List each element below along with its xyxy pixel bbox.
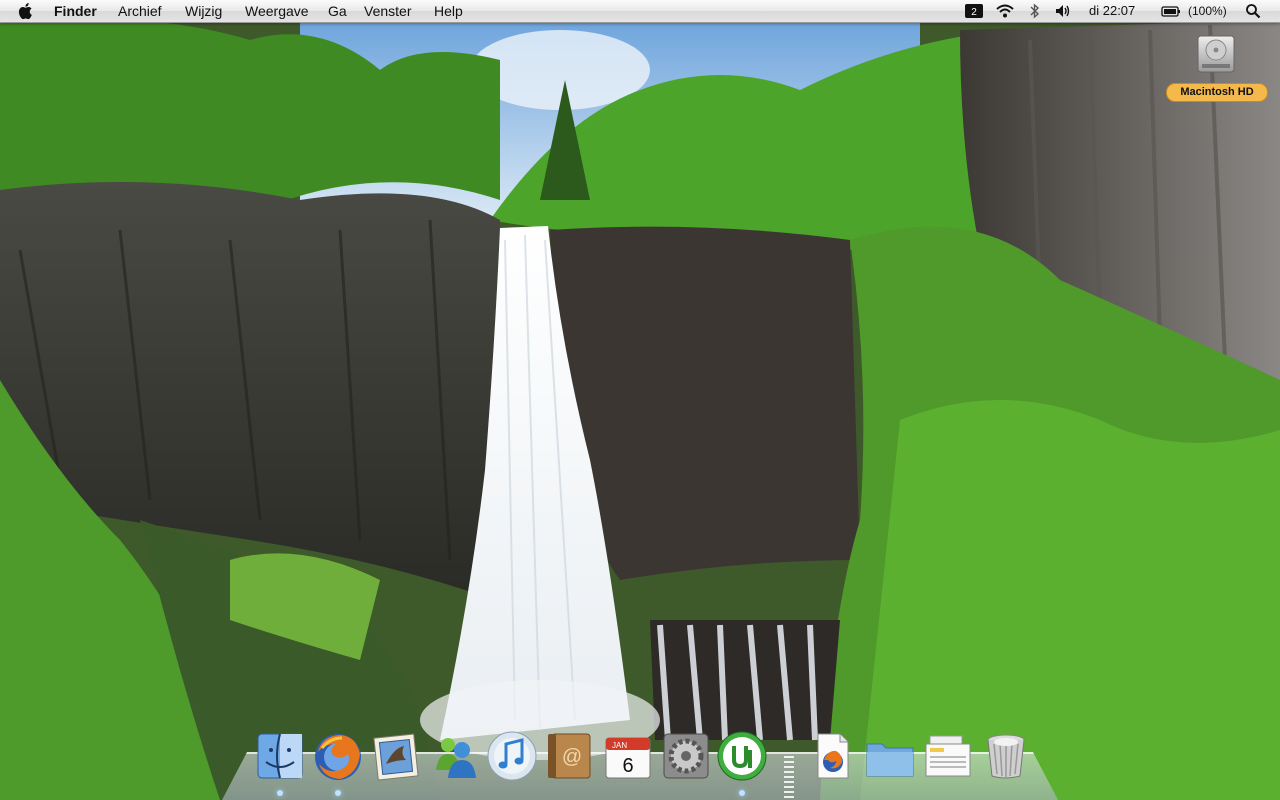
svg-text:2: 2 — [971, 7, 977, 18]
spotlight-icon[interactable] — [1245, 0, 1261, 22]
trash-icon — [987, 734, 1025, 779]
documents-stack-icon — [925, 735, 971, 777]
firefox-icon — [315, 734, 361, 780]
running-indicator-finder — [277, 790, 283, 796]
dock-utorrent[interactable] — [716, 730, 768, 782]
dock-finder[interactable] — [254, 730, 306, 782]
finder-icon — [257, 733, 303, 779]
messenger-icon — [436, 738, 476, 778]
menu-venster[interactable]: Venster — [364, 0, 411, 22]
mail-icon — [373, 733, 419, 781]
dock-mail[interactable] — [370, 730, 422, 782]
menu-archief[interactable]: Archief — [118, 0, 162, 22]
dock-ical[interactable]: JAN 6 — [602, 730, 654, 782]
apple-icon[interactable] — [18, 0, 34, 22]
hard-drive-icon — [1197, 35, 1235, 73]
ical-icon: JAN 6 — [605, 737, 651, 779]
volume-icon[interactable] — [1054, 0, 1072, 22]
system-preferences-icon — [663, 733, 709, 779]
folder-icon — [866, 743, 914, 777]
menu-weergave[interactable]: Weergave — [245, 0, 309, 22]
dock-separator — [784, 756, 794, 798]
desktop[interactable]: Finder Archief Wijzig Weergave Ga Venste… — [0, 0, 1280, 800]
battery-icon[interactable] — [1161, 0, 1181, 22]
menu-wijzig[interactable]: Wijzig — [185, 0, 222, 22]
firefox-document-icon — [817, 733, 849, 779]
calendar-month: JAN — [612, 741, 627, 750]
dock-firefox-document[interactable] — [806, 730, 858, 782]
bluetooth-icon[interactable] — [1029, 0, 1041, 22]
address-book-icon: @ — [548, 733, 591, 779]
dock-trash[interactable] — [980, 730, 1032, 782]
dock-firefox[interactable] — [312, 730, 364, 782]
dock-system-preferences[interactable] — [660, 730, 712, 782]
running-indicator-utorrent — [739, 790, 745, 796]
calendar-day: 6 — [622, 755, 633, 777]
dock-itunes[interactable] — [486, 730, 538, 782]
input-menu-icon[interactable]: 2 — [964, 0, 984, 22]
menu-bar: Finder Archief Wijzig Weergave Ga Venste… — [0, 0, 1280, 23]
utorrent-icon — [717, 731, 767, 781]
running-indicator-firefox — [335, 790, 341, 796]
desktop-item-macintosh-hd[interactable]: Macintosh HD — [1166, 30, 1268, 102]
menu-app-name[interactable]: Finder — [54, 0, 97, 22]
dock-folder[interactable] — [864, 730, 916, 782]
dock-messenger[interactable] — [430, 730, 482, 782]
svg-text:@: @ — [562, 746, 582, 768]
dock-documents-stack[interactable] — [922, 730, 974, 782]
menu-ga[interactable]: Ga — [328, 0, 347, 22]
macintosh-hd-label: Macintosh HD — [1166, 83, 1268, 102]
wifi-icon[interactable] — [995, 0, 1015, 22]
dock-address-book[interactable]: @ — [544, 730, 596, 782]
itunes-icon — [487, 731, 537, 781]
battery-percentage[interactable]: (100%) — [1188, 0, 1227, 22]
menu-help[interactable]: Help — [434, 0, 463, 22]
wallpaper — [0, 0, 1280, 800]
clock[interactable]: di 22:07 — [1089, 0, 1135, 22]
